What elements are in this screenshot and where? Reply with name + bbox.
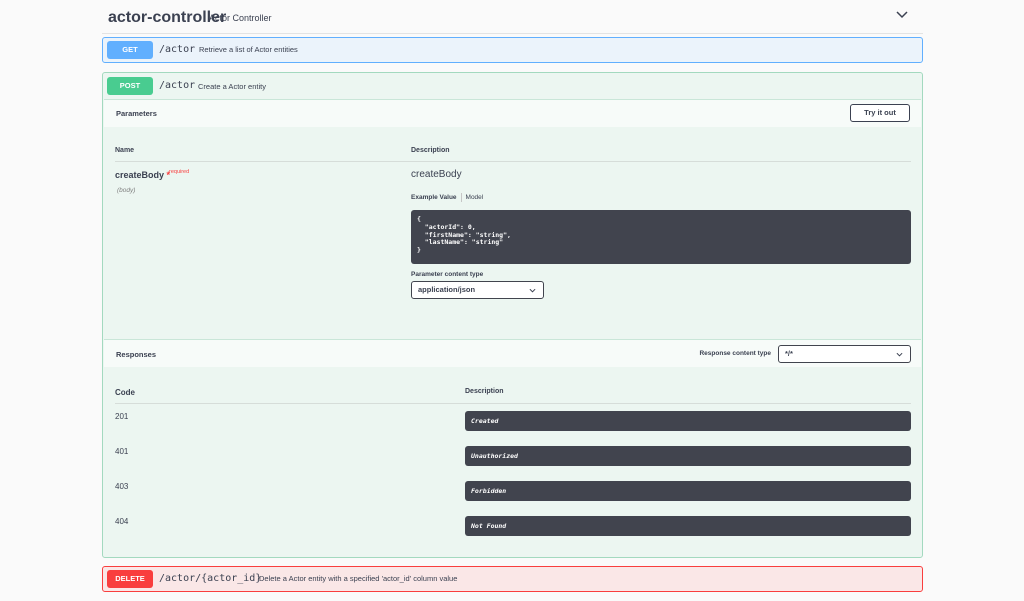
response-description: Created <box>465 411 911 431</box>
divider <box>115 403 911 404</box>
operation-summary-get[interactable]: GET /actor Retrieve a list of Actor enti… <box>103 38 922 64</box>
response-description: Not Found <box>465 516 911 536</box>
response-description: Forbidden <box>465 481 911 501</box>
response-content-type-select[interactable]: */* <box>778 345 911 363</box>
operation-description: Create a Actor entity <box>198 82 266 91</box>
response-col-code: Code <box>115 388 135 397</box>
chevron-down-icon <box>529 288 536 293</box>
tag-description: Actor Controller <box>209 13 272 23</box>
operation-get-actor: GET /actor Retrieve a list of Actor enti… <box>102 37 923 63</box>
parameters-title: Parameters <box>116 109 157 118</box>
response-code: 201 <box>115 412 129 421</box>
param-content-type-label: Parameter content type <box>411 271 484 278</box>
param-content-type-value: application/json <box>418 285 476 294</box>
tab-model[interactable]: Model <box>466 194 484 201</box>
chevron-down-icon[interactable] <box>895 8 909 22</box>
operation-description: Delete a Actor entity with a specified '… <box>259 574 458 583</box>
response-col-description: Description <box>465 388 504 395</box>
example-json-block: { "actorId": 0, "firstName": "string", "… <box>411 210 911 264</box>
operation-post-actor: POST /actor Create a Actor entity Parame… <box>102 72 923 558</box>
tag-header[interactable]: actor-controller Actor Controller <box>102 0 923 34</box>
param-required-label: required <box>169 169 190 175</box>
responses-title: Responses <box>116 350 157 359</box>
param-col-description: Description <box>411 147 450 154</box>
operation-path: /actor <box>159 80 196 91</box>
param-content-type-select[interactable]: application/json <box>411 281 544 299</box>
operation-summary-delete[interactable]: DELETE /actor/{actor_id} Delete a Actor … <box>103 567 922 593</box>
response-description: Unauthorized <box>465 446 911 466</box>
tab-separator <box>460 193 462 202</box>
operation-delete-actor: DELETE /actor/{actor_id} Delete a Actor … <box>102 566 923 592</box>
chevron-down-icon <box>896 352 903 357</box>
operation-path: /actor/{actor_id} <box>159 573 262 584</box>
operation-path: /actor <box>159 44 196 55</box>
method-badge-post: POST <box>107 77 153 95</box>
operation-description: Retrieve a list of Actor entities <box>199 45 298 54</box>
example-tabs: Example Value Model <box>411 193 483 202</box>
param-name: createBody * <box>115 170 171 180</box>
tab-example-value[interactable]: Example Value <box>411 194 457 201</box>
parameters-header: Parameters Try it out <box>104 99 921 127</box>
method-badge-get: GET <box>107 41 153 59</box>
response-code: 403 <box>115 482 129 491</box>
try-it-out-button[interactable]: Try it out <box>850 104 910 122</box>
param-col-name: Name <box>115 147 135 154</box>
method-badge-delete: DELETE <box>107 570 153 588</box>
response-code: 401 <box>115 447 129 456</box>
response-code: 404 <box>115 517 129 526</box>
response-content-type-label: Response content type <box>699 350 771 357</box>
param-description: createBody <box>411 169 462 180</box>
response-content-type-value: */* <box>785 349 793 358</box>
divider <box>115 161 911 162</box>
param-location: (body) <box>117 187 136 194</box>
operation-summary-post[interactable]: POST /actor Create a Actor entity <box>103 73 922 99</box>
responses-header: Responses Response content type */* <box>104 339 921 367</box>
